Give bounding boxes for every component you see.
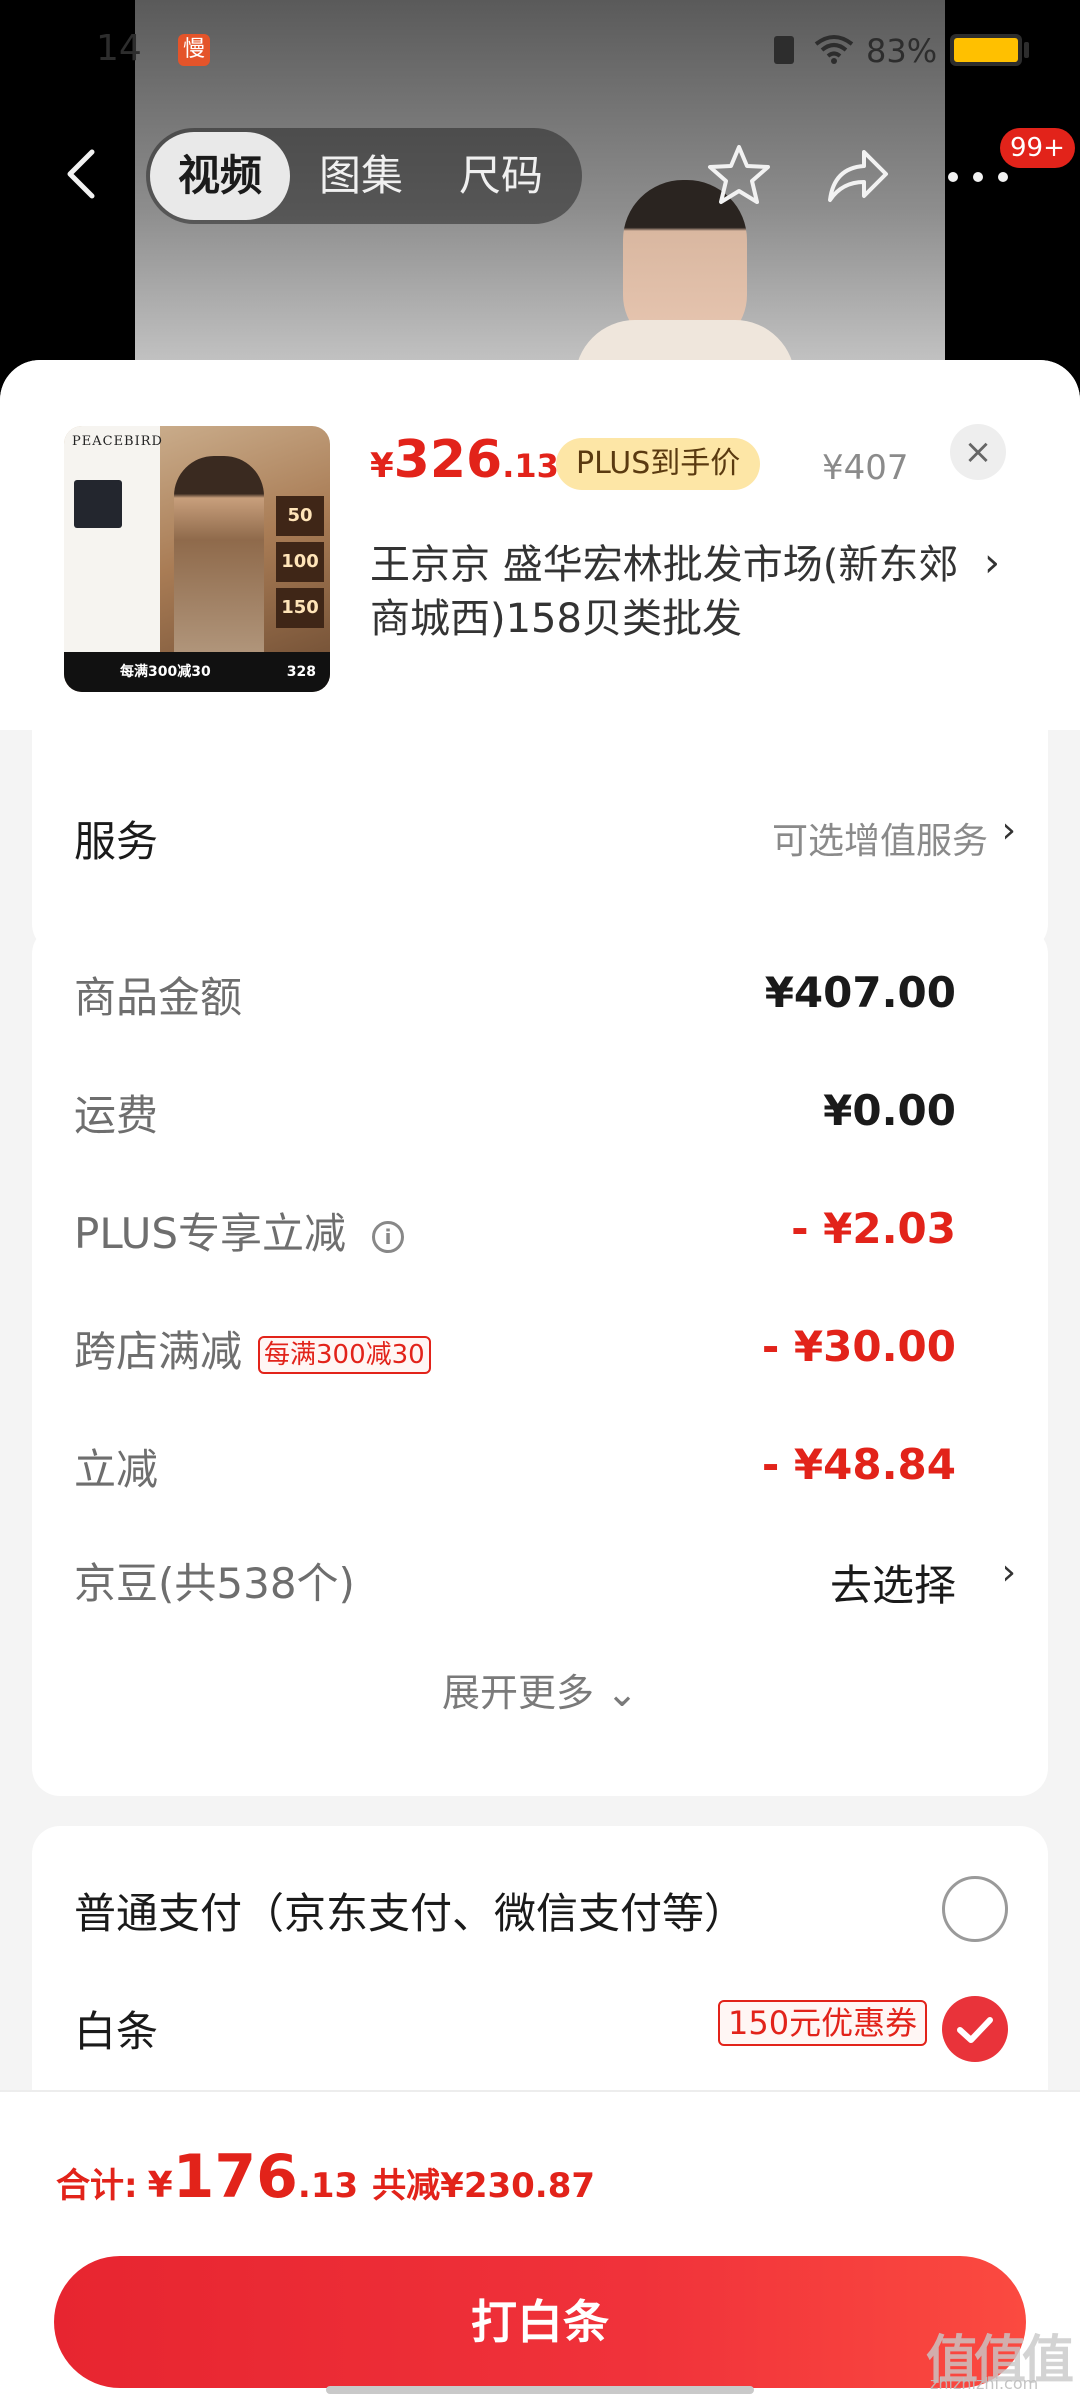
baitiao-label[interactable]: 白条 — [74, 1998, 158, 2059]
top-nav: 视频 图集 尺码 99+ — [0, 120, 1080, 230]
price-decimal: .13 — [502, 447, 559, 485]
thumbnail-promo-bar: 每满300减30 328 — [64, 652, 330, 692]
service-row[interactable]: 服务 可选增值服务 › — [32, 730, 1048, 952]
instant-discount-value: - ¥48.84 — [761, 1440, 956, 1489]
plus-discount-label: PLUS专享立减 i — [74, 1200, 405, 1261]
coupon-tag[interactable]: 150元优惠券 — [718, 2000, 928, 2046]
normal-payment-radio[interactable] — [942, 1876, 1008, 1942]
media-tabs: 视频 图集 尺码 — [146, 128, 582, 224]
amount-breakdown: 商品金额 ¥407.00 运费 ¥0.00 PLUS专享立减 i - ¥2.03 … — [32, 926, 1048, 1796]
final-price: ¥326.13 — [370, 430, 559, 490]
model-figure — [174, 456, 264, 666]
thumbnail-brand: PEACEBIRD — [72, 434, 163, 449]
color-swatch — [74, 480, 122, 528]
cross-store-discount-text: 跨店满减 — [74, 1327, 243, 1376]
shipping-value: ¥0.00 — [823, 1086, 956, 1135]
chevron-right-icon: › — [1001, 810, 1016, 851]
total-integer: 176 — [172, 2142, 298, 2212]
chevron-down-icon: ⌄ — [606, 1671, 638, 1715]
checkout-sheet: PEACEBIRD 50 100 150 每满300减30 328 ¥326.1… — [0, 360, 1080, 2400]
service-value: 可选增值服务 — [771, 821, 988, 862]
footer-divider — [0, 2090, 1080, 2092]
jingdou-label: 京豆(共538个) — [74, 1559, 355, 1608]
jingdou-select[interactable]: 去选择 — [830, 1552, 956, 1613]
favorite-star-icon[interactable] — [706, 142, 772, 208]
more-icon[interactable] — [946, 170, 1010, 184]
thumbnail-tag: 150 — [276, 588, 324, 628]
cross-store-discount-value: - ¥30.00 — [761, 1322, 956, 1371]
instant-discount-label: 立减 — [74, 1445, 159, 1494]
product-header: PEACEBIRD 50 100 150 每满300减30 328 ¥326.1… — [0, 360, 1080, 730]
expand-more-text: 展开更多 — [442, 1671, 595, 1715]
goods-amount-label: 商品金额 — [74, 973, 243, 1022]
plus-discount-text: PLUS专享立减 — [74, 1209, 347, 1258]
price-integer: 326 — [393, 430, 503, 490]
total-decimal: .13 — [297, 2166, 359, 2206]
price-currency: ¥ — [370, 446, 394, 486]
normal-payment-label[interactable]: 普通支付（京东支付、微信支付等） — [74, 1880, 746, 1941]
thumbnail-price: 328 — [286, 664, 316, 680]
chevron-right-icon[interactable]: › — [1002, 1552, 1016, 1593]
close-button[interactable]: × — [950, 424, 1006, 480]
goods-amount-value: ¥407.00 — [764, 968, 956, 1017]
order-total: 合计: ¥176.13 共减¥230.87 — [56, 2142, 595, 2212]
original-price: ¥407 — [822, 448, 909, 488]
battery-icon — [950, 34, 1022, 66]
total-saved: 共减¥230.87 — [372, 2166, 596, 2206]
chevron-right-icon[interactable]: › — [984, 540, 1000, 586]
sim-icon — [774, 36, 794, 64]
shipping-label: 运费 — [74, 1091, 159, 1140]
plus-price-badge: PLUS到手价 — [556, 438, 761, 490]
thumbnail-promo: 每满300减30 — [120, 664, 211, 680]
baitiao-radio-checked[interactable] — [942, 1996, 1008, 2062]
wifi-icon — [814, 35, 854, 64]
total-label: 合计: — [56, 2166, 138, 2206]
shop-address[interactable]: 王京京 盛华宏林批发市场(新东郊商城西)158贝类批发 — [370, 538, 970, 646]
tab-gallery[interactable]: 图集 — [296, 128, 426, 224]
total-currency: ¥ — [147, 2165, 173, 2206]
battery-percent: 83% — [866, 32, 938, 70]
expand-more-link[interactable]: 展开更多 ⌄ — [32, 1662, 1048, 1717]
share-icon[interactable] — [824, 144, 890, 206]
thumbnail-tags: 50 100 150 — [276, 496, 324, 634]
tab-video[interactable]: 视频 — [150, 132, 290, 220]
checkmark-icon — [957, 2017, 993, 2043]
message-count-badge: 99+ — [1000, 128, 1075, 168]
product-thumbnail[interactable]: PEACEBIRD 50 100 150 每满300减30 328 — [64, 426, 330, 692]
back-arrow-icon[interactable] — [58, 146, 108, 202]
status-time: 14 — [96, 28, 142, 69]
status-bar: 14 慢 83% — [0, 0, 1080, 100]
watermark-url: zhizhizhi.com — [930, 2374, 1039, 2393]
thumbnail-tag: 100 — [276, 542, 324, 582]
cross-store-discount-label: 跨店满减 每满300减30 — [74, 1318, 431, 1379]
thumbnail-tag: 50 — [276, 496, 324, 536]
pay-with-baitiao-button[interactable]: 打白条 — [54, 2256, 1026, 2388]
home-indicator[interactable] — [326, 2386, 754, 2394]
tab-size[interactable]: 尺码 — [436, 128, 566, 224]
promo-tag: 每满300减30 — [258, 1335, 431, 1374]
service-label: 服务 — [74, 817, 159, 866]
slow-app-icon: 慢 — [178, 34, 210, 66]
plus-discount-value: - ¥2.03 — [791, 1204, 956, 1253]
info-icon[interactable]: i — [372, 1220, 405, 1253]
battery-cap — [1024, 42, 1029, 58]
